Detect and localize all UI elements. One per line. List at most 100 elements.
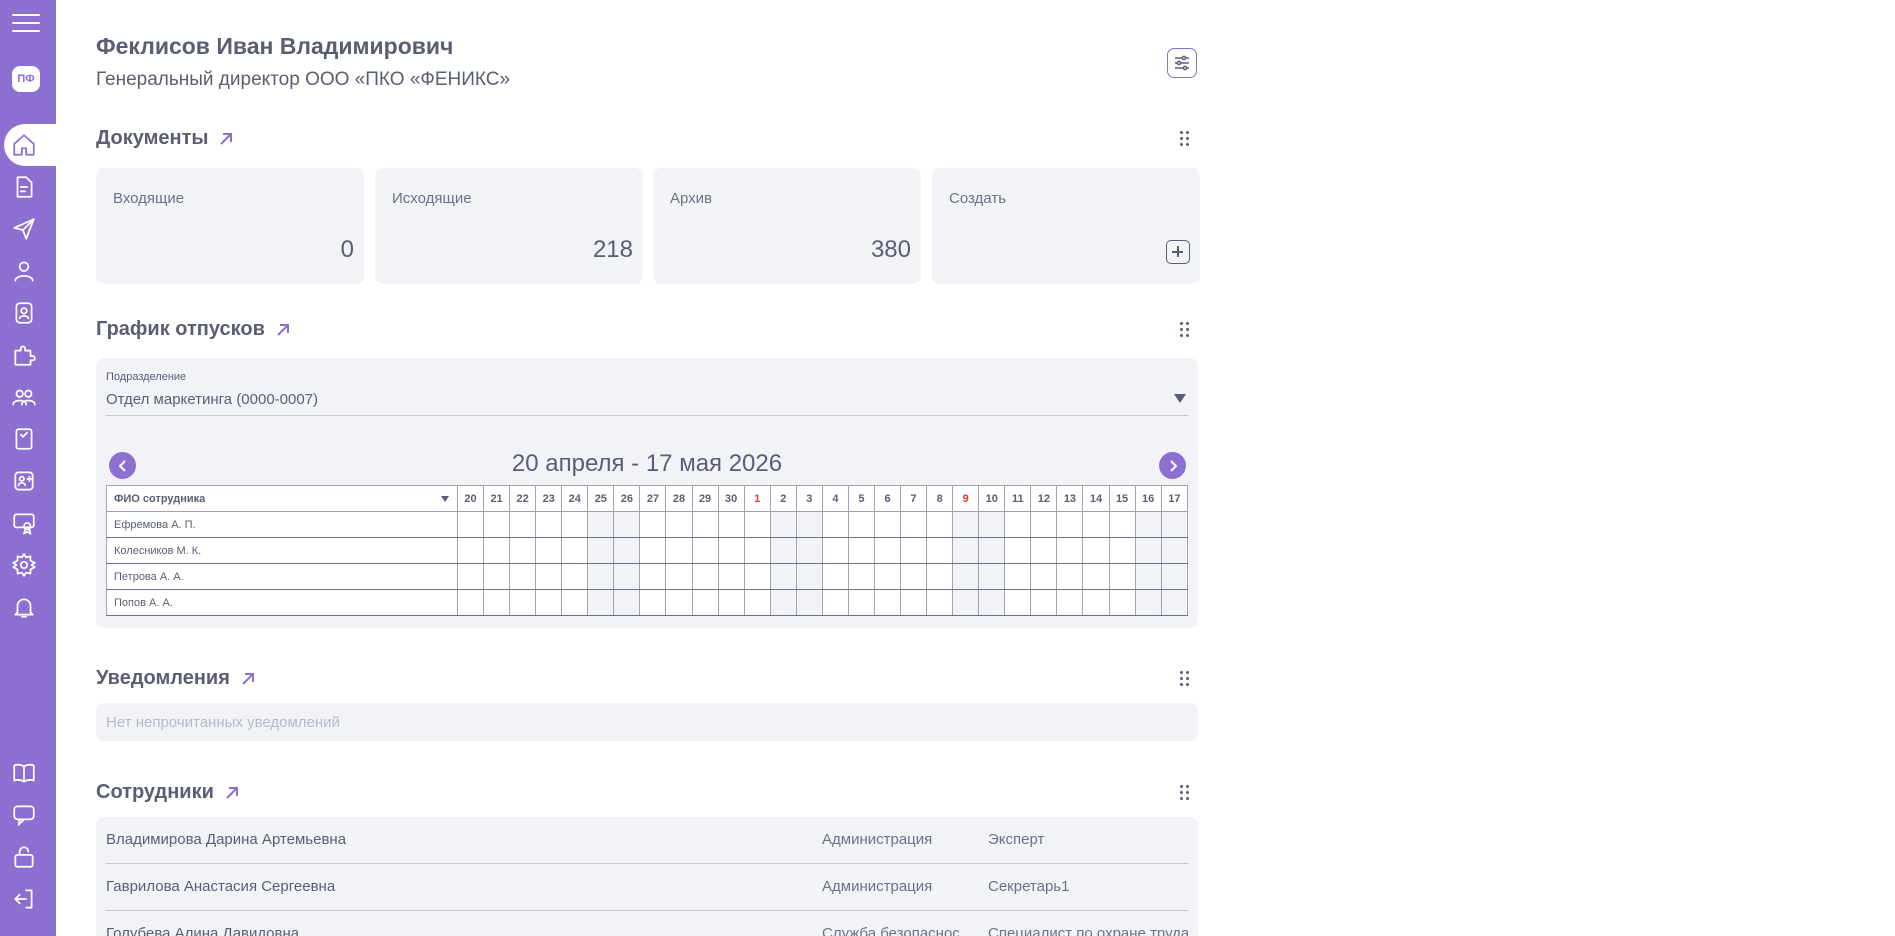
day-cell[interactable]: [769, 563, 797, 590]
home-icon[interactable]: [8, 129, 40, 161]
day-cell[interactable]: [639, 537, 667, 564]
day-cell[interactable]: [691, 537, 719, 564]
day-cell[interactable]: [1108, 589, 1136, 616]
day-cell[interactable]: [873, 589, 902, 616]
guide-icon[interactable]: [8, 757, 40, 789]
day-cell[interactable]: [1056, 563, 1084, 590]
day-cell[interactable]: [665, 537, 693, 564]
doc-card-archive[interactable]: Архив 380: [653, 168, 921, 284]
documents-title[interactable]: Документы: [96, 127, 234, 150]
day-cell[interactable]: [743, 563, 771, 590]
day-cell[interactable]: [1030, 589, 1058, 616]
company-logo[interactable]: ПФ: [12, 66, 40, 92]
logout-icon[interactable]: [8, 883, 40, 915]
day-cell[interactable]: [613, 537, 641, 564]
day-cell[interactable]: [1134, 511, 1162, 538]
drag-handle-icon[interactable]: [1180, 671, 1190, 687]
day-cell[interactable]: [613, 563, 641, 590]
day-cell[interactable]: [639, 511, 667, 538]
day-cell[interactable]: [587, 563, 615, 590]
day-cell[interactable]: [1056, 537, 1084, 564]
day-cell[interactable]: [587, 511, 615, 538]
send-icon[interactable]: [8, 213, 40, 245]
employee-row[interactable]: Владимирова Дарина Артемьевна Администра…: [106, 817, 1188, 864]
add-user-icon[interactable]: [8, 465, 40, 497]
day-cell[interactable]: [1082, 511, 1110, 538]
day-cell[interactable]: [1134, 537, 1162, 564]
next-period-button[interactable]: [1159, 452, 1186, 479]
day-cell[interactable]: [952, 589, 980, 616]
doc-card-outgoing[interactable]: Исходящие 218: [375, 168, 643, 284]
day-cell[interactable]: [1082, 563, 1110, 590]
day-cell[interactable]: [483, 589, 511, 616]
day-cell[interactable]: [665, 511, 693, 538]
employee-name-cell[interactable]: Попов А. А.: [106, 589, 458, 616]
day-cell[interactable]: [873, 511, 902, 538]
hamburger-menu-icon[interactable]: [10, 10, 42, 36]
book-icon[interactable]: [8, 423, 40, 455]
day-cell[interactable]: [743, 589, 771, 616]
day-cell[interactable]: [978, 589, 1006, 616]
day-cell[interactable]: [926, 563, 954, 590]
day-cell[interactable]: [717, 589, 745, 616]
day-cell[interactable]: [769, 589, 797, 616]
day-cell[interactable]: [900, 537, 928, 564]
day-cell[interactable]: [613, 511, 641, 538]
day-cell[interactable]: [769, 537, 797, 564]
day-cell[interactable]: [743, 511, 771, 538]
day-cell[interactable]: [952, 537, 980, 564]
day-cell[interactable]: [665, 589, 693, 616]
day-cell[interactable]: [691, 563, 719, 590]
certificate-icon[interactable]: [8, 507, 40, 539]
drag-handle-icon[interactable]: [1180, 785, 1190, 801]
employees-title[interactable]: Сотрудники: [96, 781, 240, 804]
day-cell[interactable]: [926, 511, 954, 538]
plus-icon[interactable]: [1166, 240, 1190, 264]
employee-name-cell[interactable]: Колесников М. К.: [106, 537, 458, 564]
day-cell[interactable]: [456, 589, 485, 616]
day-cell[interactable]: [717, 511, 745, 538]
day-cell[interactable]: [561, 589, 589, 616]
day-cell[interactable]: [639, 589, 667, 616]
lock-icon[interactable]: [8, 841, 40, 873]
day-cell[interactable]: [535, 563, 563, 590]
day-cell[interactable]: [795, 511, 823, 538]
day-cell[interactable]: [795, 589, 823, 616]
day-cell[interactable]: [821, 537, 849, 564]
day-cell[interactable]: [873, 563, 902, 590]
day-cell[interactable]: [795, 537, 823, 564]
day-cell[interactable]: [847, 511, 875, 538]
day-cell[interactable]: [691, 511, 719, 538]
drag-handle-icon[interactable]: [1180, 322, 1190, 338]
day-cell[interactable]: [978, 563, 1006, 590]
day-cell[interactable]: [900, 589, 928, 616]
day-cell[interactable]: [561, 563, 589, 590]
day-cell[interactable]: [743, 537, 771, 564]
document-icon[interactable]: [8, 171, 40, 203]
day-cell[interactable]: [587, 589, 615, 616]
day-cell[interactable]: [926, 537, 954, 564]
day-cell[interactable]: [509, 537, 537, 564]
day-cell[interactable]: [821, 563, 849, 590]
day-cell[interactable]: [561, 537, 589, 564]
day-cell[interactable]: [952, 511, 980, 538]
day-cell[interactable]: [1160, 537, 1189, 564]
day-cell[interactable]: [717, 563, 745, 590]
chat-icon[interactable]: [8, 799, 40, 831]
user-icon[interactable]: [8, 255, 40, 287]
day-cell[interactable]: [1108, 537, 1136, 564]
day-cell[interactable]: [691, 589, 719, 616]
day-cell[interactable]: [926, 589, 954, 616]
name-column-header[interactable]: ФИО сотрудника: [106, 485, 458, 512]
day-cell[interactable]: [1004, 511, 1032, 538]
employee-row[interactable]: Гаврилова Анастасия Сергеевна Администра…: [106, 864, 1188, 911]
vacations-title[interactable]: График отпусков: [96, 318, 291, 341]
day-cell[interactable]: [1004, 563, 1032, 590]
day-cell[interactable]: [821, 589, 849, 616]
bell-icon[interactable]: [8, 591, 40, 623]
day-cell[interactable]: [483, 563, 511, 590]
day-cell[interactable]: [1108, 511, 1136, 538]
day-cell[interactable]: [1082, 537, 1110, 564]
day-cell[interactable]: [769, 511, 797, 538]
drag-handle-icon[interactable]: [1180, 131, 1190, 147]
